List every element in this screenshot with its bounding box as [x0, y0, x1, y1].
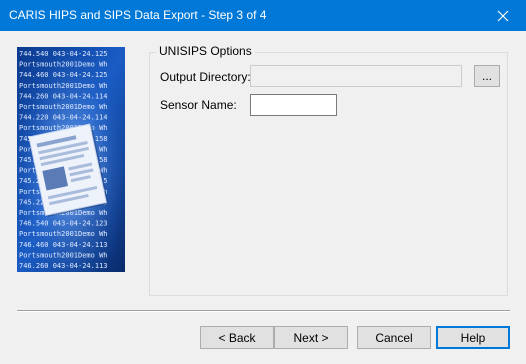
- banner-text-line: Portsmouth2001Demo Wh: [19, 251, 108, 259]
- window-title: CARIS HIPS and SIPS Data Export - Step 3…: [9, 8, 267, 22]
- separator: [17, 310, 510, 312]
- output-directory-field[interactable]: [250, 65, 462, 87]
- cancel-button[interactable]: Cancel: [357, 326, 431, 349]
- close-button[interactable]: [480, 0, 526, 31]
- help-button[interactable]: Help: [436, 326, 510, 349]
- sensor-name-label: Sensor Name:: [160, 98, 237, 112]
- browse-button[interactable]: ...: [474, 65, 500, 87]
- banner-text-line: Portsmouth2001Demo Wh: [19, 103, 108, 111]
- next-button[interactable]: Next >: [274, 326, 348, 349]
- wizard-banner-image: 744.540 043-04-24.125 Portsmouth2001Demo …: [17, 47, 125, 272]
- banner-text-line: 744.220 043-04-24.114: [19, 114, 108, 122]
- banner-text-line: 746.460 043-04-24.113: [19, 241, 108, 249]
- unisips-options-group: [149, 52, 508, 296]
- banner-text-line: 744.460 043-04-24.125: [19, 71, 108, 79]
- title-bar: CARIS HIPS and SIPS Data Export - Step 3…: [0, 0, 526, 31]
- output-directory-label: Output Directory:: [160, 70, 251, 84]
- banner-text-line: Portsmouth2001Demo Wh: [19, 82, 108, 90]
- close-icon: [497, 10, 509, 21]
- banner-text-line: 746.260 043-04-24.113: [19, 262, 108, 270]
- back-button[interactable]: < Back: [200, 326, 274, 349]
- banner-text-line: Portsmouth2001Demo Wh: [19, 61, 108, 69]
- banner-text-line: 744.540 043-04-24.125: [19, 50, 108, 58]
- group-label: UNISIPS Options: [156, 44, 255, 58]
- banner-text-line: 744.260 043-04-24.114: [19, 92, 108, 100]
- sensor-name-field[interactable]: [250, 94, 337, 116]
- banner-text-line: Portsmouth2001Demo Wh: [19, 230, 108, 238]
- banner-text-line: 746.540 043-04-24.123: [19, 220, 108, 228]
